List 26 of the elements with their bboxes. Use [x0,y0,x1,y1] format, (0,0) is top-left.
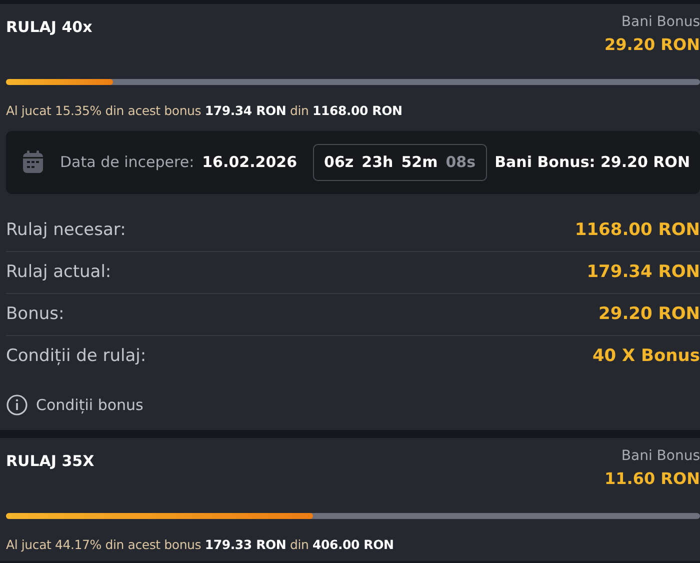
timer-unit: 23h [362,152,394,173]
bonus-title: RULAJ 40x [6,17,92,38]
bonus-label: Bani Bonus [620,447,700,466]
detail-value: 29.20 RON [598,302,700,326]
bonus-amount: 11.60 RON [604,468,700,490]
detail-label: Rulaj actual: [6,260,112,284]
info-icon [6,394,28,416]
detail-value: 1168.00 RON [574,218,700,242]
bonus-money: Bani Bonus: 29.20 RON [494,152,690,173]
wager-summary: Al jucat 15.35% din acest bonus 179.34 RON din 1168.00 RON [6,102,404,120]
detail-value: 40 X Bonus [592,345,700,368]
conditions-link[interactable]: Condiții bonus [6,394,144,416]
bonus-label: Bani Bonus [620,13,700,32]
start-date-label: Data de incepere: [60,152,194,173]
detail-label: Condiții de rulaj: [6,345,146,368]
detail-label: Bonus: [6,302,64,326]
wager-summary: Al jucat 44.17% din acest bonus 179.33 RON din 406.00 RON [6,536,395,554]
timer-unit: 52m [401,152,438,173]
calendar-icon [22,150,44,174]
bonus-amount: 29.20 RON [604,34,700,56]
timer-unit: 08s [446,152,476,173]
detail-label: Rulaj necesar: [6,218,126,242]
detail-value: 179.34 RON [586,260,700,284]
bonus-title: RULAJ 35X [6,451,94,472]
timer-unit: 06z [324,152,354,173]
start-date: 16.02.2026 [202,152,298,173]
